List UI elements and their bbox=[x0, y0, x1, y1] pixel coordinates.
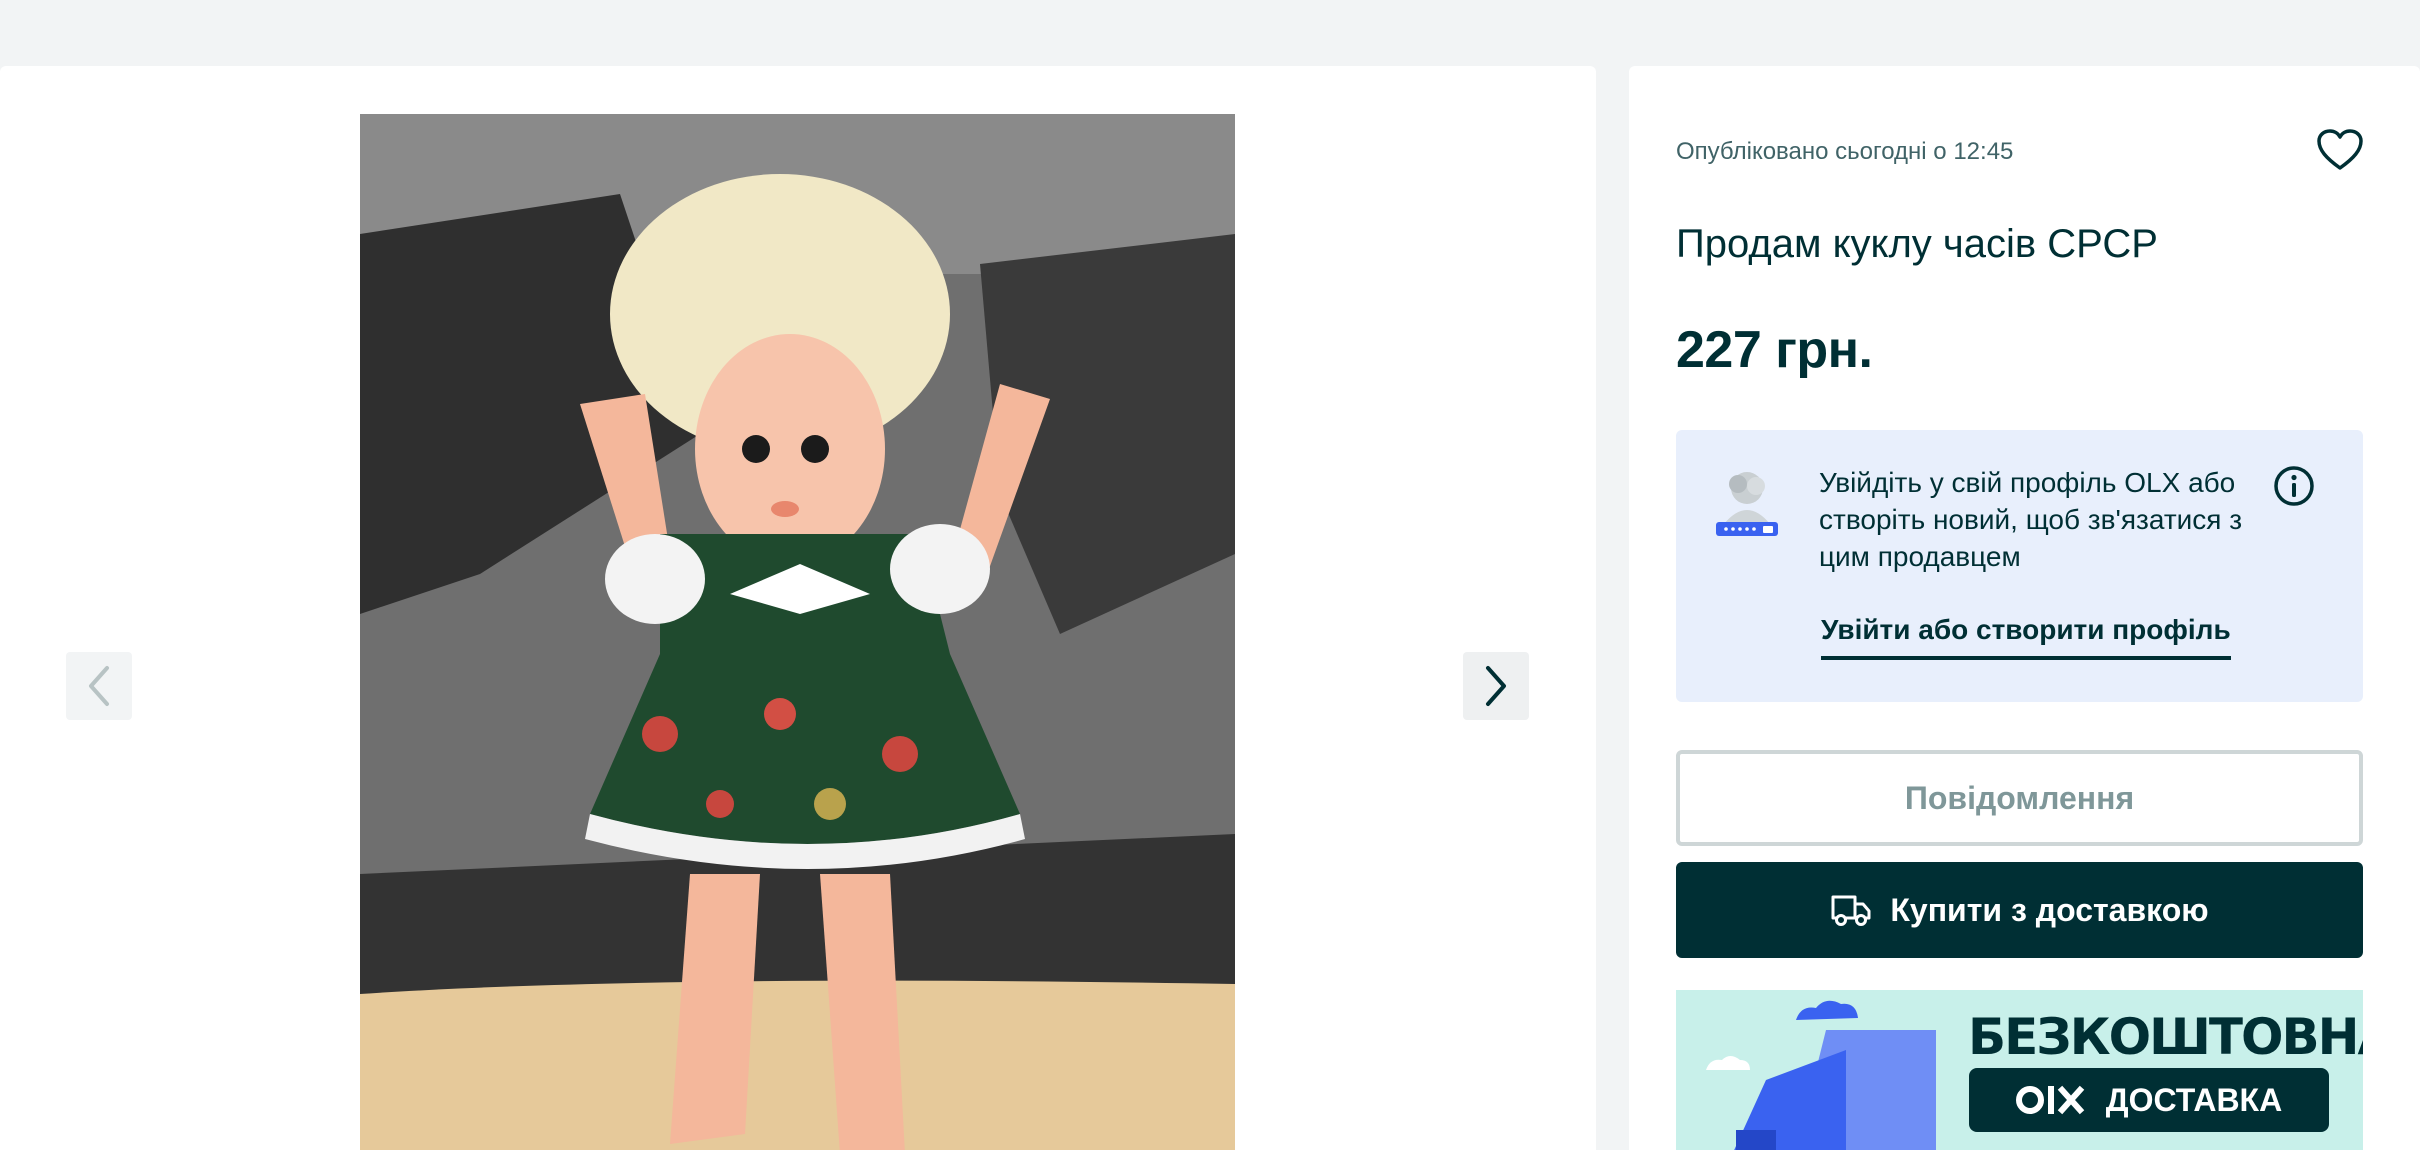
doll-photo-illustration bbox=[360, 114, 1235, 1150]
chevron-left-icon bbox=[89, 666, 109, 706]
listing-info-panel: Опубліковано сьогодні о 12:45 Продам кук… bbox=[1629, 66, 2420, 1150]
buy-with-delivery-button[interactable]: Купити з доставкою bbox=[1676, 862, 2363, 958]
info-icon[interactable] bbox=[2272, 464, 2316, 508]
listing-price: 227 грн. bbox=[1676, 321, 1873, 379]
login-prompt-text: Увійдіть у свій профіль OLX або створіть… bbox=[1819, 467, 2243, 572]
login-or-register-link[interactable]: Увійти або створити профіль bbox=[1821, 614, 2231, 660]
message-button[interactable]: Повідомлення bbox=[1676, 750, 2363, 846]
promo-headline: БЕЗКОШТОВНА bbox=[1968, 1008, 2363, 1066]
buy-button-label: Купити з доставкою bbox=[1890, 891, 2209, 928]
message-button-label: Повідомлення bbox=[1904, 779, 2135, 816]
gallery-panel bbox=[0, 66, 1596, 1150]
truck-icon bbox=[1831, 895, 1871, 926]
promo-delivery-label: ДОСТАВКА bbox=[2105, 1081, 2283, 1118]
gallery-prev-button[interactable] bbox=[66, 652, 132, 720]
favorite-button[interactable] bbox=[2314, 124, 2366, 176]
gallery-next-button[interactable] bbox=[1463, 652, 1529, 720]
olx-logo-icon bbox=[2015, 1085, 2085, 1115]
listing-photo[interactable] bbox=[360, 114, 1235, 1150]
delivery-truck-illustration bbox=[1706, 1000, 1936, 1150]
heart-icon bbox=[2317, 129, 2363, 170]
promo-olx-delivery-badge: ДОСТАВКА bbox=[1969, 1068, 2329, 1132]
delivery-promo-banner[interactable]: БЕЗКОШТОВНА ДОСТАВКА bbox=[1676, 990, 2363, 1150]
chevron-right-icon bbox=[1486, 666, 1506, 706]
listing-title: Продам куклу часів СРСР bbox=[1676, 222, 2158, 266]
login-prompt: Увійдіть у свій профіль OLX або створіть… bbox=[1676, 430, 2363, 702]
user-lock-icon bbox=[1716, 472, 1778, 536]
posted-date: Опубліковано сьогодні о 12:45 bbox=[1676, 138, 2014, 165]
